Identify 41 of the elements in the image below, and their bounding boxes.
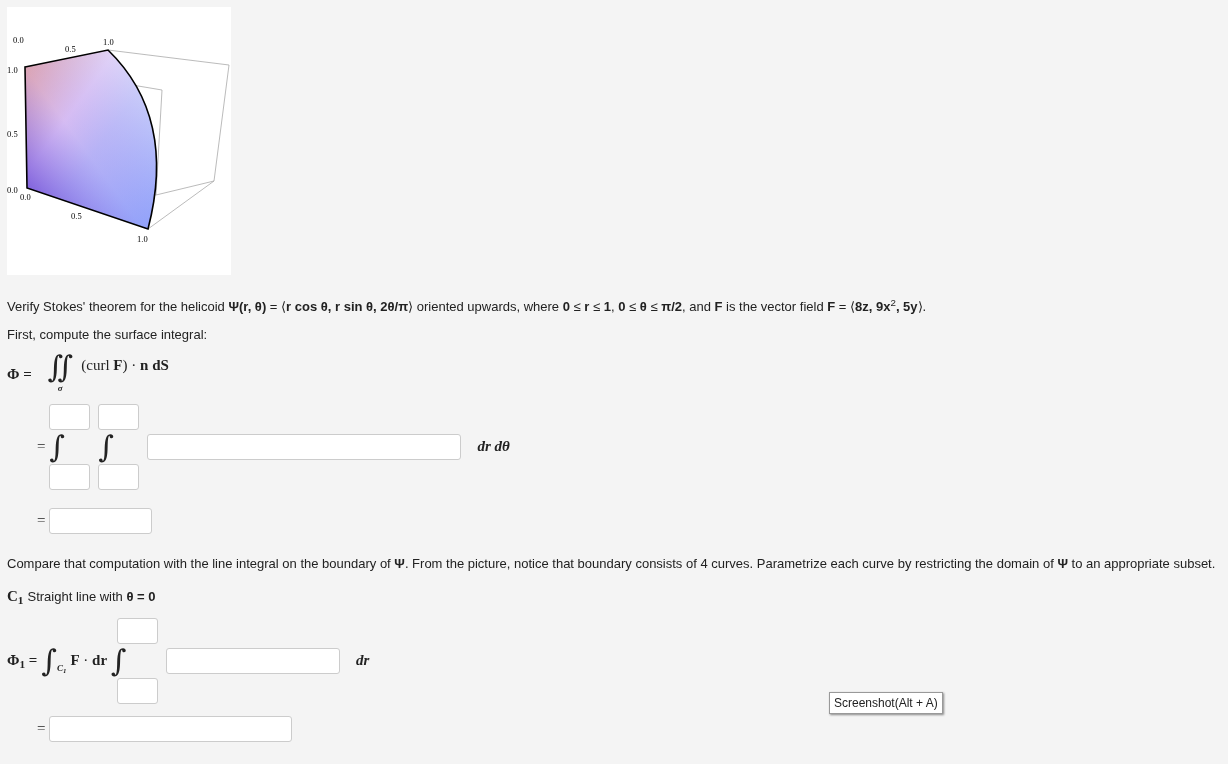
differential: dr	[356, 651, 370, 671]
equals-sign: =	[37, 719, 46, 739]
problem-statement: Verify Stokes' theorem for the helicoid Ψ(r, θ) = ⟨r cos θ, r sin θ, 2θ/π⟩ oriented upwards, where 0 ≤ r ≤ 1, 0 ≤ θ ≤ π/2, and F is the vector field F = ⟨8z, 9x$^{2}$, 5y⟩.	[7, 297, 928, 316]
answer-field[interactable]	[49, 403, 91, 430]
tick-label: 1.0	[137, 234, 148, 244]
integral-sign: ∫	[111, 645, 127, 676]
answer-field[interactable]	[147, 433, 462, 460]
tick-label: 0.0	[7, 185, 18, 195]
answer-field[interactable]	[98, 403, 140, 430]
answer-field[interactable]	[166, 647, 341, 674]
curve-description: Straight line with θ = 0	[27, 587, 156, 606]
answer-field[interactable]	[49, 715, 293, 742]
answer-field[interactable]	[98, 463, 140, 490]
curve-label: C$_{1}$	[7, 587, 24, 608]
instruction-text: Compare that computation with the line integral on the boundary of Ψ. From the picture, notice that boundary consists of 4 curves. Parametrize each curve by restricting the domain of Ψ to an appropriate subset.	[7, 554, 1217, 573]
answer-field[interactable]	[117, 617, 159, 644]
tick-label: 0.5	[65, 44, 76, 54]
tooltip: Screenshot(Alt + A)	[829, 692, 943, 714]
integrand: (curl F) · n dS	[81, 355, 169, 375]
integrand: F · dr	[70, 651, 108, 671]
answer-field[interactable]	[117, 677, 159, 704]
tick-label: 0.0	[13, 35, 24, 45]
instruction-text: First, compute the surface integral:	[7, 325, 209, 344]
flux-symbol: Φ =	[7, 364, 32, 384]
flux-symbol: Φ$_{1}$ =	[7, 651, 38, 672]
differentials: dr dθ	[477, 437, 510, 457]
integral-subscript: C$_{1}$	[57, 663, 67, 674]
answer-field[interactable]	[49, 507, 153, 534]
integral-subscript: σ	[57, 383, 63, 395]
tick-label: 1.0	[7, 65, 18, 75]
tick-label: 0.5	[7, 129, 18, 139]
integral-sign: ∫	[41, 645, 57, 676]
integral-sign: ∫	[49, 431, 66, 462]
double-integral-sign: ∬	[47, 352, 74, 382]
tick-label: 0.5	[71, 211, 82, 221]
equals-sign: =	[37, 437, 46, 457]
equals-sign: =	[37, 511, 46, 531]
answer-field[interactable]	[49, 463, 91, 490]
integral-sign: ∫	[98, 431, 115, 462]
tick-label: 1.0	[103, 37, 114, 47]
tick-label: 0.0	[20, 192, 31, 202]
